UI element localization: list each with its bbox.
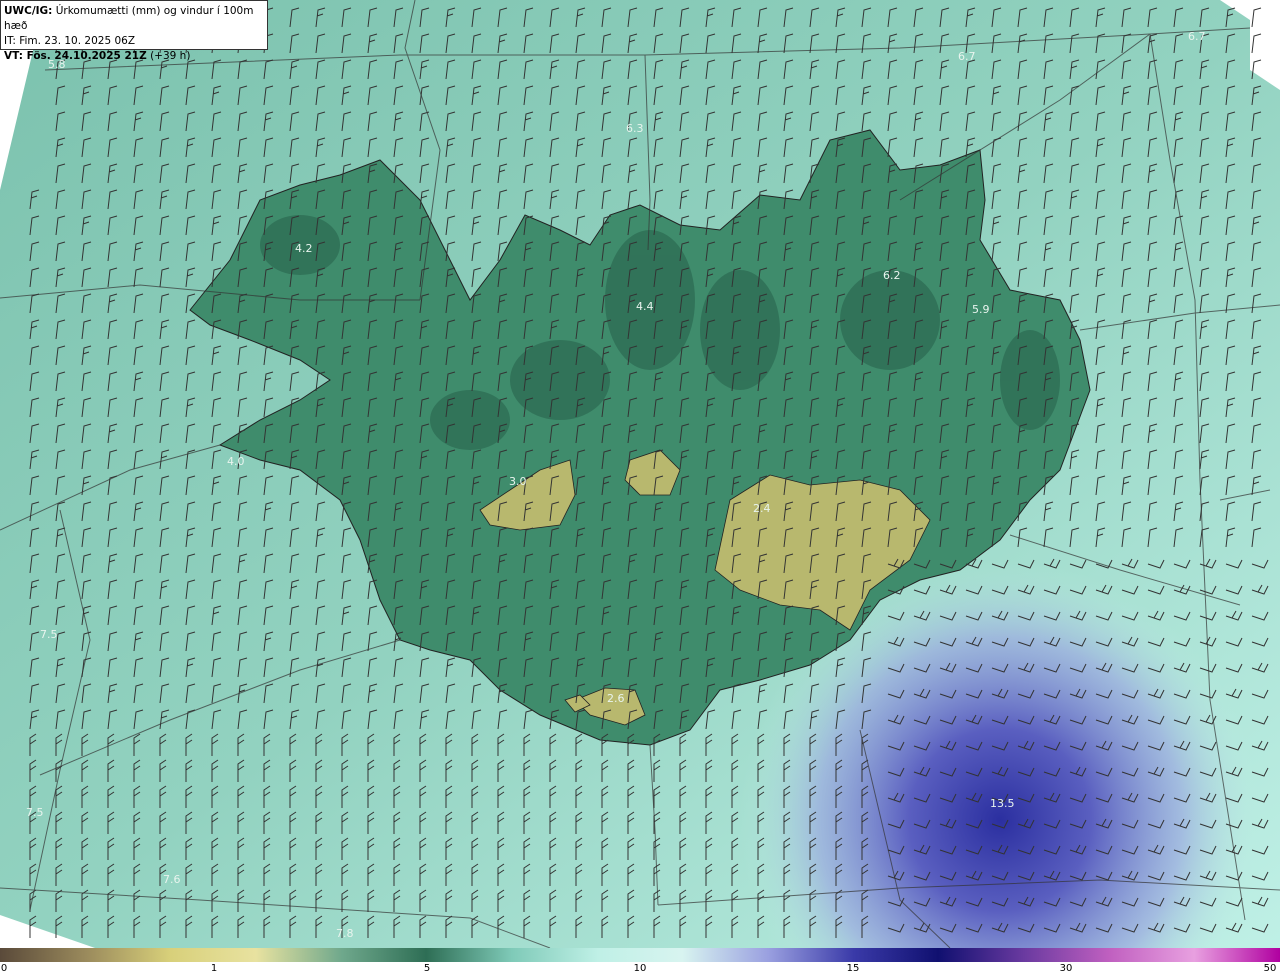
colorbar-tick-label: 0 <box>0 963 8 974</box>
colorbar-tick-label: 5 <box>423 963 431 974</box>
map-canvas: 5.8 6.3 6.7 6.7 4.2 6.2 5.9 4.4 4.0 3.0 … <box>0 0 1280 948</box>
colorbar <box>0 948 1280 962</box>
title-line: UWC/IG: Úrkomumætti (mm) og vindur í 100… <box>4 4 264 34</box>
value-label: 6.2 <box>883 269 901 282</box>
colorbar-tick-label: 30 <box>1059 963 1073 974</box>
valid-offset: (+39 h) <box>150 50 191 62</box>
value-label: 6.7 <box>1188 30 1206 43</box>
value-label: 7.5 <box>26 806 44 819</box>
value-label: 7.6 <box>163 873 181 886</box>
value-label: 7.5 <box>40 628 58 641</box>
value-label: 2.6 <box>607 692 625 705</box>
value-label: 5.9 <box>972 303 990 316</box>
colorbar-tick-label: 10 <box>633 963 647 974</box>
init-time: IT: Fim. 23. 10. 2025 06Z <box>4 35 136 47</box>
colorbar-tick-label: 50 <box>1263 963 1277 974</box>
map-header: UWC/IG: Úrkomumætti (mm) og vindur í 100… <box>0 0 268 62</box>
colorbar-tick-label: 1 <box>210 963 218 974</box>
value-label: 6.3 <box>626 122 644 135</box>
value-label: 13.5 <box>990 797 1015 810</box>
colorbar-tick-label: 15 <box>846 963 860 974</box>
valid-time: VT: Fös. 24.10.2025 21Z <box>4 50 147 62</box>
valid-time-line: VT: Fös. 24.10.2025 21Z (+39 h) <box>4 49 264 64</box>
value-label: 6.7 <box>958 50 976 63</box>
value-label: 4.0 <box>227 455 245 468</box>
model-source: UWC/IG: <box>4 5 53 17</box>
value-label: 4.4 <box>636 300 654 313</box>
value-label: 7.8 <box>336 927 354 940</box>
value-label: 3.0 <box>509 475 527 488</box>
value-label: 2.4 <box>753 502 771 515</box>
value-label: 4.2 <box>295 242 313 255</box>
